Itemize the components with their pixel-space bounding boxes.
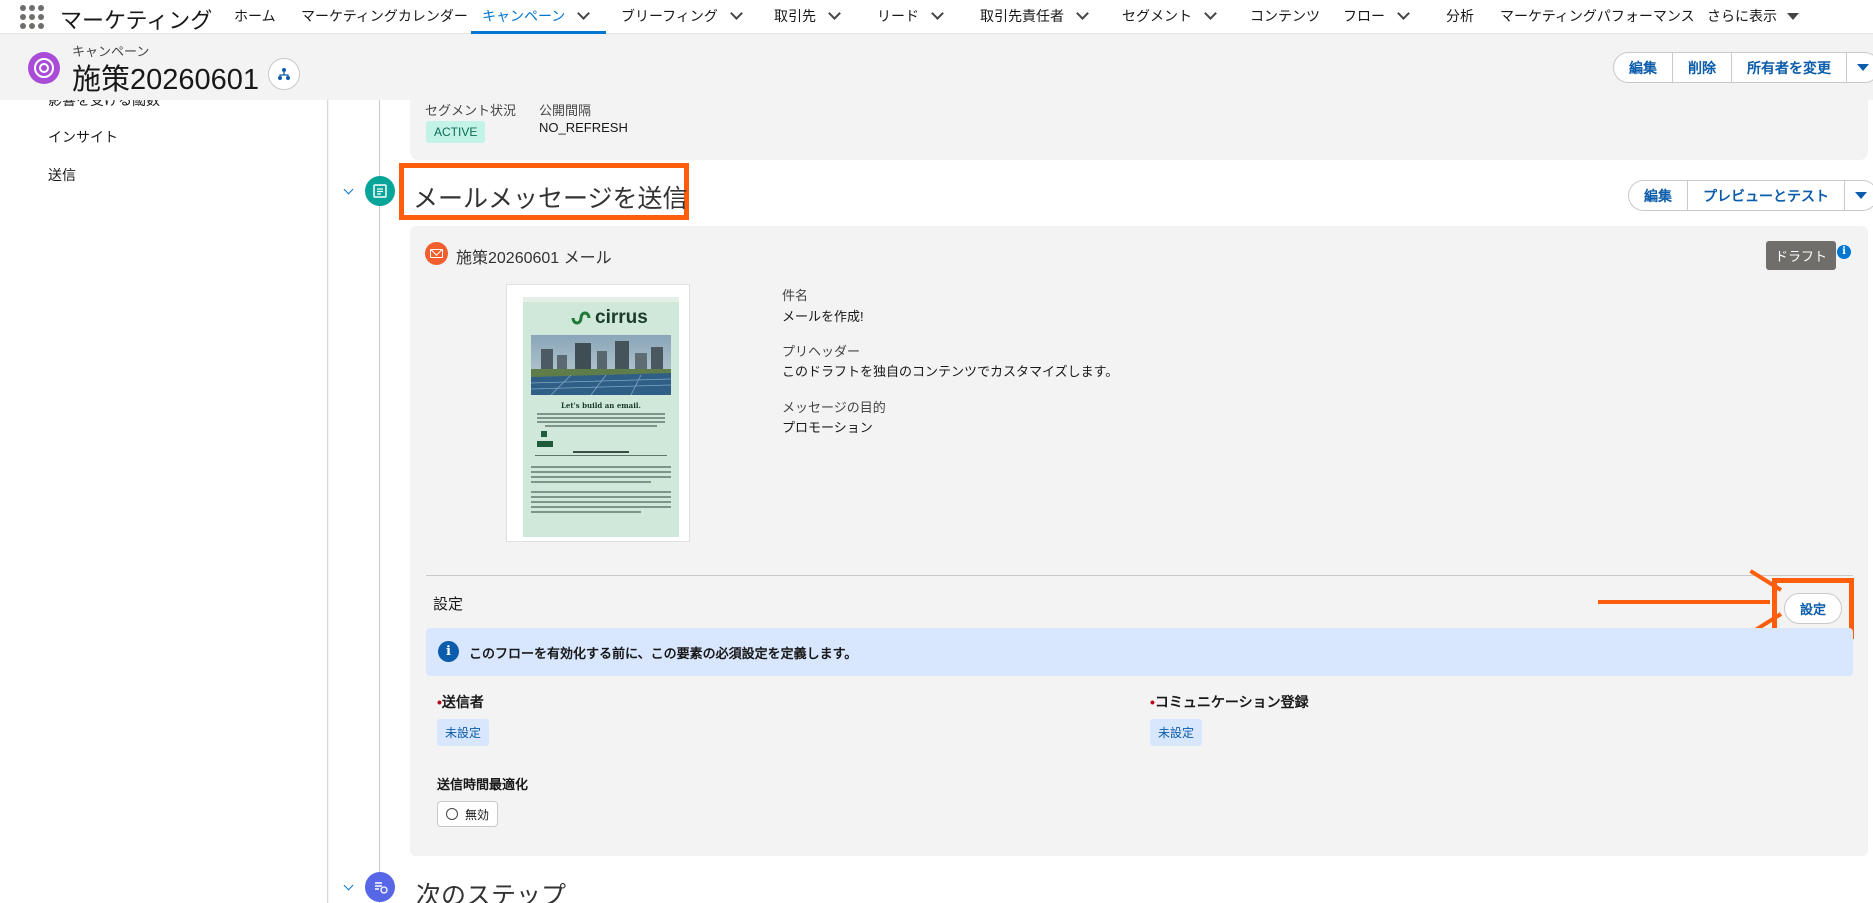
change-owner-button[interactable]: 所有者を変更 xyxy=(1732,53,1847,82)
subject-value: メールを作成! xyxy=(782,309,864,324)
preview-test-button[interactable]: プレビューとテスト xyxy=(1688,181,1845,210)
purpose-label: メッセージの目的 xyxy=(782,400,886,415)
app-name: マーケティング xyxy=(60,8,213,33)
purpose-value: プロモーション xyxy=(782,420,873,435)
city-image xyxy=(530,335,672,396)
publish-interval-value: NO_REFRESH xyxy=(539,120,628,135)
caret-down-icon[interactable] xyxy=(1787,12,1799,20)
delete-button[interactable]: 削除 xyxy=(1673,53,1732,82)
sender-label: •送信者 xyxy=(437,694,484,710)
caret-down-icon xyxy=(1857,64,1869,71)
header-actions: 編集 削除 所有者を変更 xyxy=(1613,52,1873,83)
more-actions-dropdown[interactable] xyxy=(1847,53,1873,82)
thumbnail-body-text xyxy=(531,463,671,516)
segment-status-label: セグメント状況 xyxy=(425,103,517,118)
chevron-down-icon[interactable] xyxy=(1076,7,1089,20)
thumbnail-text-block xyxy=(537,411,665,429)
nav-item-marketing-calendar[interactable]: マーケティングカレンダー xyxy=(301,6,468,26)
preheader-value: このドラフトを独自のコンテンツでカスタマイズします。 xyxy=(782,364,1119,379)
hierarchy-button[interactable] xyxy=(268,58,300,90)
settings-title: 設定 xyxy=(433,596,464,613)
nav-item-more[interactable]: さらに表示 xyxy=(1707,6,1799,26)
edit-button[interactable]: 編集 xyxy=(1629,181,1688,210)
thumbnail-icon xyxy=(541,431,547,437)
settings-button[interactable]: 設定 xyxy=(1784,593,1842,624)
caret-down-icon xyxy=(1855,192,1867,199)
status-badge: ACTIVE xyxy=(426,121,486,143)
edit-button[interactable]: 編集 xyxy=(1614,53,1673,82)
nav-item-campaigns[interactable]: キャンペーン xyxy=(482,6,591,26)
info-icon: i xyxy=(438,641,459,662)
left-panel xyxy=(0,100,328,903)
send-email-actions: 編集 プレビューとテスト xyxy=(1628,180,1873,211)
nav-item-home[interactable]: ホーム xyxy=(234,6,276,26)
preheader-label: プリヘッダー xyxy=(782,344,861,359)
nav-item-accounts[interactable]: 取引先 xyxy=(774,6,841,26)
nav-item-leads[interactable]: リード xyxy=(877,6,944,26)
thumbnail-heading: Let's build an email. xyxy=(561,401,641,410)
chevron-down-icon[interactable] xyxy=(1204,7,1217,20)
global-nav: マーケティング ホーム マーケティングカレンダー キャンペーン ブリーフィング … xyxy=(0,0,1873,34)
publish-interval-label: 公開間隔 xyxy=(539,103,592,118)
send-time-label: 送信時間最適化 xyxy=(437,777,529,792)
email-preview-body: cirrus Let's build an email. xyxy=(523,297,679,537)
chevron-down-icon[interactable] xyxy=(577,7,591,20)
timeline-line xyxy=(379,100,380,903)
annotation-arrow xyxy=(1598,600,1770,604)
chevron-down-icon[interactable] xyxy=(1397,7,1410,20)
nav-item-content[interactable]: コンテンツ xyxy=(1250,6,1320,26)
nav-item-marketing-performance[interactable]: マーケティングパフォーマンス xyxy=(1500,6,1695,26)
info-icon[interactable]: i xyxy=(1837,245,1851,259)
divider xyxy=(426,575,1853,576)
left-item-insights[interactable]: インサイト xyxy=(48,127,118,147)
next-step-icon xyxy=(365,872,395,902)
email-icon xyxy=(425,242,448,265)
nav-item-flows[interactable]: フロー xyxy=(1343,6,1410,26)
chevron-down-icon[interactable] xyxy=(931,7,944,20)
chevron-down-icon[interactable] xyxy=(730,7,743,20)
nav-item-briefing[interactable]: ブリーフィング xyxy=(621,6,743,26)
sender-value: 未設定 xyxy=(437,719,490,746)
cirrus-logo: cirrus xyxy=(571,307,648,329)
hierarchy-icon xyxy=(278,68,290,80)
banner-message: このフローを有効化する前に、この要素の必須設定を定義します。 xyxy=(469,646,858,661)
comm-subscription-value: 未設定 xyxy=(1150,719,1203,746)
email-name[interactable]: 施策20260601 メール xyxy=(456,244,612,268)
app-launcher-icon[interactable] xyxy=(20,5,44,29)
comm-subscription-label: •コミュニケーション登録 xyxy=(1150,694,1309,710)
nav-item-analytics[interactable]: 分析 xyxy=(1446,6,1474,26)
nav-item-segments[interactable]: セグメント xyxy=(1122,6,1217,26)
email-step-icon xyxy=(365,176,395,206)
left-item-send[interactable]: 送信 xyxy=(48,165,76,185)
segment-card xyxy=(410,100,1868,160)
radio-icon xyxy=(446,808,458,820)
more-actions-dropdown[interactable] xyxy=(1845,181,1873,210)
send-email-title: メールメッセージを送信 xyxy=(413,185,688,213)
send-time-toggle[interactable]: 無効 xyxy=(437,801,499,827)
draft-badge: ドラフト xyxy=(1766,241,1837,270)
page-title: 施策20260601 xyxy=(72,64,260,96)
thumbnail-button xyxy=(537,441,553,447)
subject-label: 件名 xyxy=(782,288,809,303)
campaign-icon xyxy=(28,52,60,84)
chevron-down-icon[interactable] xyxy=(828,7,841,20)
email-thumbnail[interactable]: cirrus Let's build an email. xyxy=(506,284,690,542)
nav-item-contacts[interactable]: 取引先責任者 xyxy=(980,6,1089,26)
next-step-title: 次のステップ xyxy=(416,882,567,903)
